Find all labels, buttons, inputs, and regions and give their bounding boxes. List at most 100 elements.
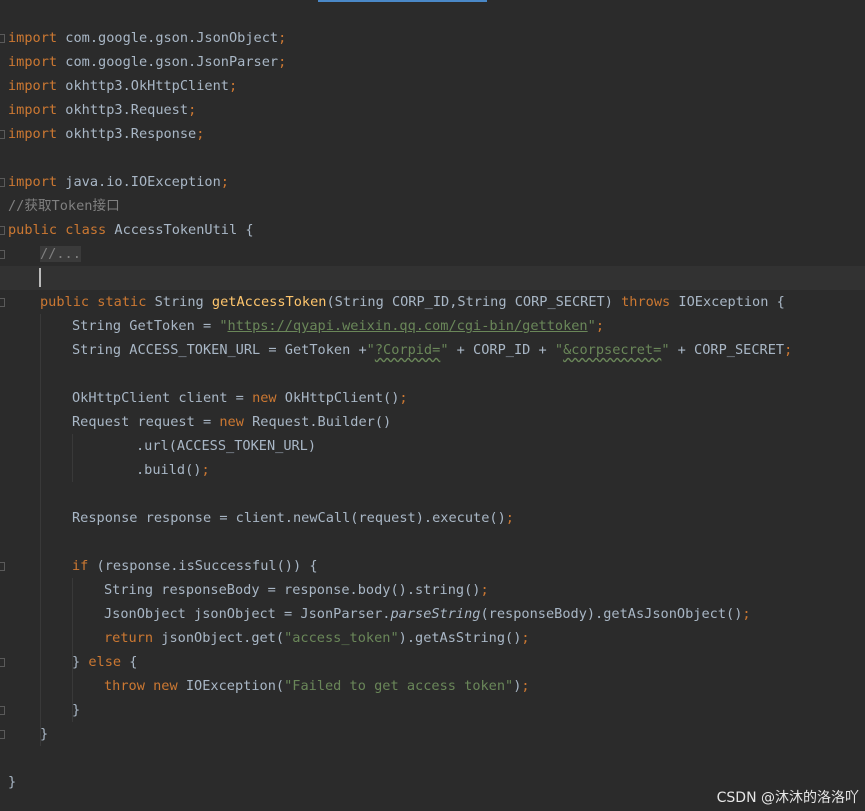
code-text: java.io.IOException <box>57 174 221 190</box>
string-literal: &corpsecret= <box>563 342 662 358</box>
code-text: OkHttpClient client = <box>72 390 253 406</box>
code-text: String ACCESS_TOKEN_URL = GetToken + <box>72 342 367 358</box>
fold-marker-icon[interactable] <box>0 226 5 235</box>
keyword: else <box>88 654 122 670</box>
code-text: okhttp3.OkHttpClient <box>57 78 229 94</box>
fold-marker-icon[interactable] <box>0 706 5 715</box>
keyword: throw <box>104 678 145 694</box>
code-line[interactable]: } <box>8 770 16 794</box>
fold-marker-icon[interactable] <box>0 730 5 739</box>
code-line[interactable]: import okhttp3.Request; <box>8 98 196 122</box>
code-line[interactable]: String GetToken = "https://qyapi.weixin.… <box>72 314 604 338</box>
keyword: import <box>8 30 58 46</box>
code-line[interactable]: import java.io.IOException; <box>8 170 229 194</box>
keyword: import <box>8 126 58 142</box>
string-literal: ?Corpid= <box>374 342 441 358</box>
code-text: (response.isSuccessful()) { <box>88 558 318 574</box>
code-line[interactable]: } <box>40 722 48 746</box>
string-literal: "Failed to get access token" <box>284 678 514 694</box>
static-method: parseString <box>390 606 481 622</box>
text-caret <box>39 268 41 287</box>
semicolon: ; <box>196 126 205 142</box>
code-line[interactable]: import com.google.gson.JsonParser; <box>8 50 286 74</box>
code-text: jsonObject.get( <box>153 630 285 646</box>
keyword: throws <box>621 294 671 310</box>
string-literal: "access_token" <box>284 630 399 646</box>
fold-marker-icon[interactable] <box>0 250 5 259</box>
csdn-watermark: CSDN @沐沐的洛洛吖 <box>716 790 859 806</box>
code-line[interactable]: .url(ACCESS_TOKEN_URL) <box>136 434 316 458</box>
keyword: new <box>252 390 277 406</box>
semicolon: ; <box>220 174 229 190</box>
code-text: com.google.gson.JsonObject <box>57 30 279 46</box>
code-line[interactable]: import com.google.gson.JsonObject; <box>8 26 286 50</box>
code-text: { <box>121 654 138 670</box>
semicolon: ; <box>201 462 210 478</box>
keyword: if <box>72 558 89 574</box>
code-text: Request request = <box>72 414 220 430</box>
code-line[interactable]: //获取Token接口 <box>8 194 120 218</box>
code-text: IOException( <box>177 678 285 694</box>
code-text: } <box>40 726 49 742</box>
string-quote: " <box>440 342 449 358</box>
fold-marker-icon[interactable] <box>0 34 5 43</box>
url-link[interactable]: https://qyapi.weixin.qq.com/cgi-bin/gett… <box>228 318 588 334</box>
code-editor[interactable]: import com.google.gson.JsonObject; impor… <box>0 26 865 811</box>
folded-comment[interactable]: //... <box>40 246 81 262</box>
active-tab-indicator[interactable] <box>318 0 487 2</box>
keyword: public <box>40 294 90 310</box>
code-text: AccessTokenUtil { <box>106 222 254 238</box>
code-line[interactable]: String responseBody = response.body().st… <box>104 578 489 602</box>
code-text: OkHttpClient() <box>276 390 400 406</box>
code-line[interactable]: OkHttpClient client = new OkHttpClient()… <box>72 386 408 410</box>
code-line[interactable]: } <box>72 698 80 722</box>
code-line[interactable]: import okhttp3.OkHttpClient; <box>8 74 237 98</box>
code-line[interactable]: } else { <box>72 650 138 674</box>
code-line[interactable]: Request request = new Request.Builder() <box>72 410 391 434</box>
string-quote: " <box>554 342 564 358</box>
code-text: } <box>72 654 89 670</box>
fold-marker-icon[interactable] <box>0 562 5 571</box>
code-line[interactable]: import okhttp3.Response; <box>8 122 204 146</box>
keyword: static <box>89 294 147 310</box>
code-text: okhttp3.Response <box>57 126 197 142</box>
keyword: import <box>8 174 58 190</box>
semicolon: ; <box>480 582 489 598</box>
keyword: import <box>8 78 58 94</box>
code-text: .url(ACCESS_TOKEN_URL) <box>136 438 317 454</box>
string-quote: " <box>661 342 670 358</box>
code-line[interactable]: public static String getAccessToken(Stri… <box>40 290 785 314</box>
string-quote: " <box>587 318 596 334</box>
semicolon: ; <box>505 510 514 526</box>
code-text: (responseBody).getAsJsonObject() <box>480 606 743 622</box>
current-line[interactable] <box>0 266 865 290</box>
keyword: new <box>144 678 178 694</box>
code-line[interactable]: return jsonObject.get("access_token").ge… <box>104 626 530 650</box>
indent-guide <box>40 314 41 746</box>
semicolon: ; <box>278 54 287 70</box>
code-text: Response response = client.newCall(reque… <box>72 510 506 526</box>
code-line[interactable]: .build(); <box>136 458 210 482</box>
code-line[interactable]: public class AccessTokenUtil { <box>8 218 254 242</box>
code-line[interactable]: if (response.isSuccessful()) { <box>72 554 318 578</box>
semicolon: ; <box>521 630 530 646</box>
fold-marker-icon[interactable] <box>0 130 5 139</box>
code-line[interactable]: //... <box>40 242 81 266</box>
code-text: + CORP_ID + <box>448 342 555 358</box>
code-text: com.google.gson.JsonParser <box>57 54 279 70</box>
semicolon: ; <box>521 678 530 694</box>
indent-guide <box>72 434 73 482</box>
code-text: IOException { <box>670 294 785 310</box>
fold-marker-icon[interactable] <box>0 658 5 667</box>
semicolon: ; <box>742 606 751 622</box>
method-name: getAccessToken <box>211 294 327 310</box>
code-line[interactable]: throw new IOException("Failed to get acc… <box>104 674 530 698</box>
semicolon: ; <box>595 318 604 334</box>
code-line[interactable]: Response response = client.newCall(reque… <box>72 506 514 530</box>
code-text: (String CORP_ID,String CORP_SECRET) <box>326 294 622 310</box>
code-text: .build() <box>136 462 202 478</box>
fold-marker-icon[interactable] <box>0 298 5 307</box>
code-line[interactable]: String ACCESS_TOKEN_URL = GetToken +"?Co… <box>72 338 792 362</box>
fold-marker-icon[interactable] <box>0 178 5 187</box>
code-line[interactable]: JsonObject jsonObject = JsonParser.parse… <box>104 602 751 626</box>
